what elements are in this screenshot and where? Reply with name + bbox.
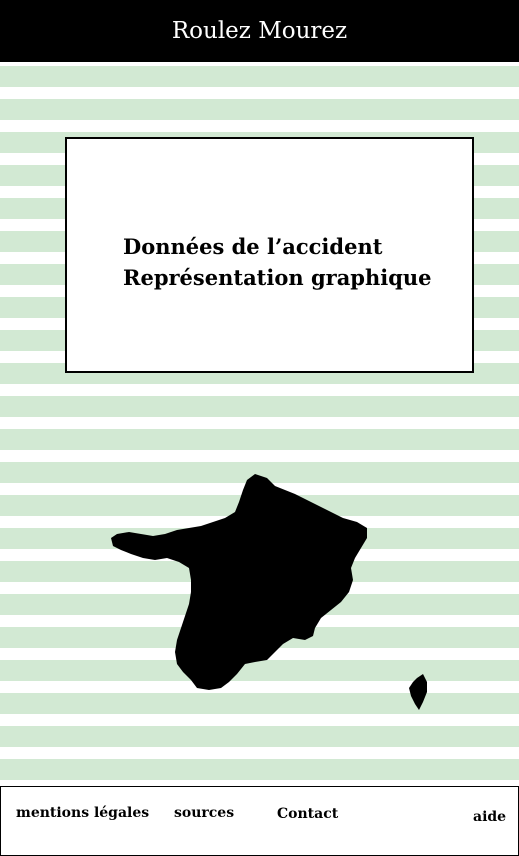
accident-info-box: Données de l’accident Représentation gra… [65,137,474,373]
graphic-representation-heading: Représentation graphique [123,265,432,290]
footer-link-sources[interactable]: sources [174,805,234,821]
accident-data-heading: Données de l’accident [123,234,383,259]
mainland-shape [111,474,367,690]
corsica-shape [409,674,427,710]
footer-link-contact[interactable]: Contact [277,806,338,822]
site-footer: mentions légales sources Contact aide [0,786,519,856]
site-header: Roulez Mourez [0,0,519,62]
info-text: Données de l’accident Représentation gra… [123,231,432,293]
france-map-icon[interactable] [105,468,435,718]
footer-link-help[interactable]: aide [473,809,506,825]
site-title: Roulez Mourez [171,18,348,44]
footer-link-legal[interactable]: mentions légales [16,805,149,821]
